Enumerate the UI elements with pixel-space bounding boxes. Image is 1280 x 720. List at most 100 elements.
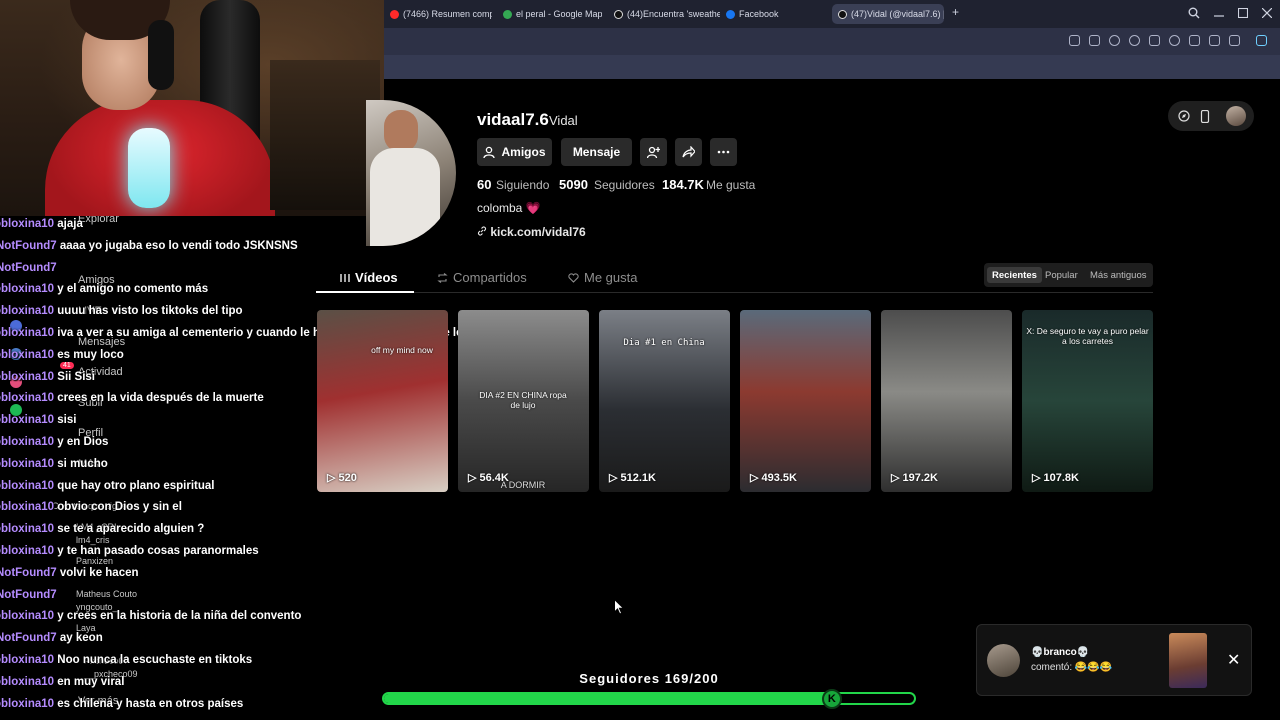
browser-tab-youtube[interactable]: (7466) Resumen complet xyxy=(384,4,492,24)
following-account-name[interactable]: Panxizen xyxy=(76,556,113,566)
chat-username[interactable]: obloxina10 xyxy=(0,349,54,361)
browser-tab-tiktok-profile[interactable]: (47)Vidal (@vidaal7.6) | Ti xyxy=(832,4,944,24)
chat-message: NotFound7 aaaa yo jugaba eso lo vendi to… xyxy=(0,240,298,252)
add-friend-button[interactable] xyxy=(640,138,667,166)
phone-icon[interactable] xyxy=(1200,110,1210,123)
sort-recent[interactable]: Recientes xyxy=(987,267,1042,283)
video-thumbnail[interactable]: DIA #2 EN CHINA ropa de lujo A DORMIR ▷ 5… xyxy=(458,310,589,492)
chat-username[interactable]: obloxina10 xyxy=(0,610,54,622)
followers-count[interactable]: 5090 xyxy=(559,177,588,192)
shield-icon[interactable] xyxy=(1109,35,1120,46)
chat-username[interactable]: obloxina10 xyxy=(0,676,54,688)
menu-icon[interactable] xyxy=(1209,35,1220,46)
vpn-icon[interactable] xyxy=(1129,35,1140,46)
bookmarks-bar xyxy=(384,55,1280,79)
compass-icon[interactable] xyxy=(1178,110,1190,122)
video-thumbnail[interactable]: X: De seguro te vay a puro pelar a los c… xyxy=(1022,310,1153,492)
chat-text: y te han pasado cosas paranormales xyxy=(57,545,259,557)
chat-message: obloxina10 que hay otro plano espiritual xyxy=(0,480,214,492)
chat-message: obloxina10 ajaja xyxy=(0,218,83,230)
share-icon xyxy=(682,146,695,158)
comment-notification[interactable]: 💀branco💀 comentó: 😂😂😂 ✕ xyxy=(976,624,1252,696)
minimize-icon[interactable] xyxy=(1214,8,1224,18)
search-icon[interactable] xyxy=(1188,7,1200,19)
chat-text: ajaja xyxy=(57,218,83,230)
friends-button[interactable]: Amigos xyxy=(477,138,552,166)
chat-username[interactable]: NotFound7 xyxy=(0,240,57,252)
browser-tab-tiktok-search[interactable]: (44)Encuentra 'sweather w xyxy=(608,4,720,24)
chat-username[interactable]: NotFound7 xyxy=(0,589,57,601)
chat-username[interactable]: obloxina10 xyxy=(0,392,54,404)
chat-message: NotFound7 ay keon xyxy=(0,632,103,644)
camera-icon[interactable] xyxy=(1089,35,1100,46)
chat-username[interactable]: obloxina10 xyxy=(0,283,54,295)
chat-message: NotFound7 xyxy=(0,262,57,274)
chat-text: Sii Sisi xyxy=(57,370,95,383)
chat-username[interactable]: obloxina10 xyxy=(0,218,54,230)
close-icon[interactable]: ✕ xyxy=(1227,650,1240,670)
chat-username[interactable]: NotFound7 xyxy=(0,262,57,274)
chat-username[interactable]: obloxina10 xyxy=(0,523,54,535)
chat-text: volvi ke hacen xyxy=(59,566,139,579)
tab-videos[interactable]: Vídeos xyxy=(340,270,398,285)
chat-username[interactable]: obloxina10 xyxy=(0,654,54,666)
views-count: 512.1K xyxy=(620,471,656,484)
user-check-icon xyxy=(483,146,496,158)
video-thumbnail[interactable]: Dia #1 en China ▷ 512.1K xyxy=(599,310,730,492)
video-thumbnail[interactable]: off my mind now ▷ 520 xyxy=(317,310,448,492)
chat-username[interactable]: obloxina10 xyxy=(0,414,54,426)
chat-username[interactable]: obloxina10 xyxy=(0,501,54,513)
sort-popular[interactable]: Popular xyxy=(1040,267,1083,283)
following-account-name[interactable]: Matheus Couto xyxy=(76,589,137,599)
chat-username[interactable]: obloxina10 xyxy=(0,371,54,383)
chat-username[interactable]: NotFound7 xyxy=(0,632,57,644)
chat-text: ay keon xyxy=(59,632,103,645)
maximize-icon[interactable] xyxy=(1238,8,1248,18)
share-button[interactable] xyxy=(675,138,702,166)
tab-shared[interactable]: Compartidos xyxy=(437,270,527,285)
chat-username[interactable]: obloxina10 xyxy=(0,698,54,710)
message-button[interactable]: Mensaje xyxy=(561,138,632,166)
views-count: 56.4K xyxy=(479,471,509,484)
more-options-button[interactable] xyxy=(710,138,737,166)
edit-icon[interactable] xyxy=(1069,35,1080,46)
chat-text: obvio con Dios y sin el xyxy=(57,501,182,514)
following-count[interactable]: 60 xyxy=(477,177,491,192)
chat-username[interactable]: obloxina10 xyxy=(0,305,54,317)
new-tab-button[interactable]: + xyxy=(952,5,959,19)
extension-icon[interactable] xyxy=(1256,35,1267,46)
chat-username[interactable]: NotFound7 xyxy=(0,567,57,579)
heart-icon[interactable] xyxy=(1169,35,1180,46)
chat-username[interactable]: obloxina10 xyxy=(0,327,54,339)
tab-liked[interactable]: Me gusta xyxy=(568,270,637,285)
video-thumbnail[interactable]: ▷ 493.5K xyxy=(740,310,871,492)
following-account-handle[interactable]: lm4_cris xyxy=(76,535,110,545)
chat-username[interactable]: obloxina10 xyxy=(0,458,54,470)
chat-text: es muy loco xyxy=(57,348,124,361)
user-avatar[interactable] xyxy=(1226,106,1246,126)
play-icon[interactable] xyxy=(1149,35,1160,46)
chat-username[interactable]: obloxina10 xyxy=(0,480,54,492)
likes-label: Me gusta xyxy=(706,178,756,192)
tab-label: Me gusta xyxy=(584,270,638,285)
close-window-icon[interactable] xyxy=(1262,8,1272,18)
microphone xyxy=(128,128,170,208)
likes-count: 184.7K xyxy=(662,177,704,192)
browser-tab-facebook[interactable]: Facebook xyxy=(720,4,800,24)
video-thumbnail[interactable]: ▷ 197.2K xyxy=(881,310,1012,492)
browser-tab-maps[interactable]: el peral - Google Maps xyxy=(497,4,602,24)
video-views: ▷ 197.2K xyxy=(891,471,938,485)
chat-username[interactable]: obloxina10 xyxy=(0,436,54,448)
link-icon xyxy=(477,226,487,236)
video-caption: off my mind now xyxy=(371,345,433,355)
chat-message: obloxina10 obvio con Dios y sin el xyxy=(0,501,182,513)
video-views: ▷ 512.1K xyxy=(609,471,656,485)
profile-avatar[interactable] xyxy=(366,100,456,246)
chat-username[interactable]: obloxina10 xyxy=(0,545,54,557)
video-views: ▷ 493.5K xyxy=(750,471,797,485)
sort-oldest[interactable]: Más antiguos xyxy=(1085,267,1152,283)
views-count: 107.8K xyxy=(1043,471,1079,484)
profile-link[interactable]: kick.com/vidal76 xyxy=(477,225,586,239)
download-icon[interactable] xyxy=(1189,35,1200,46)
lock-icon[interactable] xyxy=(1229,35,1240,46)
